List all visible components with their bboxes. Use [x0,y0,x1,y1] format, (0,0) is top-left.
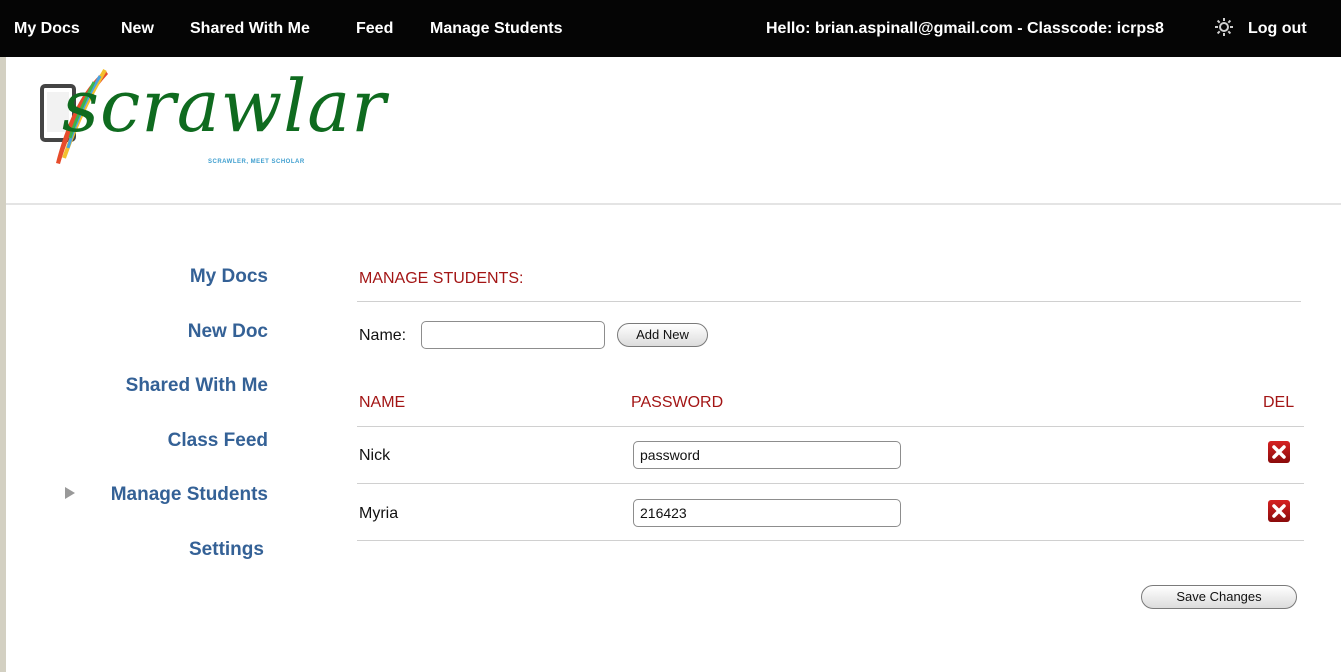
sidebar-item-manage-students[interactable]: Manage Students [111,484,268,506]
column-header-name: NAME [359,394,406,411]
table-row-divider [357,483,1304,484]
student-name: Myria [359,505,399,522]
delete-icon[interactable] [1268,500,1290,522]
sidebar-item-shared-with-me[interactable]: Shared With Me [126,375,268,397]
gear-icon[interactable] [1214,17,1234,37]
sidebar-item-class-feed[interactable]: Class Feed [168,430,268,452]
user-greeting: Hello: brian.aspinall@gmail.com - Classc… [766,20,1164,37]
title-divider [357,301,1301,302]
delete-icon[interactable] [1268,441,1290,463]
password-field[interactable] [633,441,901,469]
student-name: Nick [359,447,391,464]
active-arrow-icon [65,487,75,499]
top-nav-bar: My Docs New Shared With Me Feed Manage S… [0,0,1341,57]
column-header-del: DEL [1263,394,1295,411]
scrawlar-logo[interactable]: scrawlar SCRAWLER, MEET SCHOLAR [40,64,386,174]
name-label: Name: [359,327,407,344]
nav-manage-students[interactable]: Manage Students [430,20,562,38]
header-divider [6,203,1341,205]
nav-feed[interactable]: Feed [356,20,393,38]
left-page-border [0,57,6,672]
nav-my-docs[interactable]: My Docs [14,20,80,38]
page-title: MANAGE STUDENTS: [359,270,524,287]
add-new-button[interactable]: Add New [617,323,708,347]
sidebar-item-settings[interactable]: Settings [189,539,264,561]
password-field[interactable] [633,499,901,527]
logo-wordmark: scrawlar [62,64,387,148]
nav-new[interactable]: New [121,20,154,38]
table-row-divider [357,426,1304,427]
column-header-password: PASSWORD [631,394,724,411]
nav-shared-with-me[interactable]: Shared With Me [190,20,310,38]
logout-link[interactable]: Log out [1248,20,1307,38]
student-name-input[interactable] [421,321,605,349]
save-changes-button[interactable]: Save Changes [1141,585,1297,609]
sidebar-item-new-doc[interactable]: New Doc [188,321,268,343]
logo-tagline: SCRAWLER, MEET SCHOLAR [208,159,305,165]
table-row-divider [357,540,1304,541]
sidebar-item-my-docs[interactable]: My Docs [190,266,268,288]
